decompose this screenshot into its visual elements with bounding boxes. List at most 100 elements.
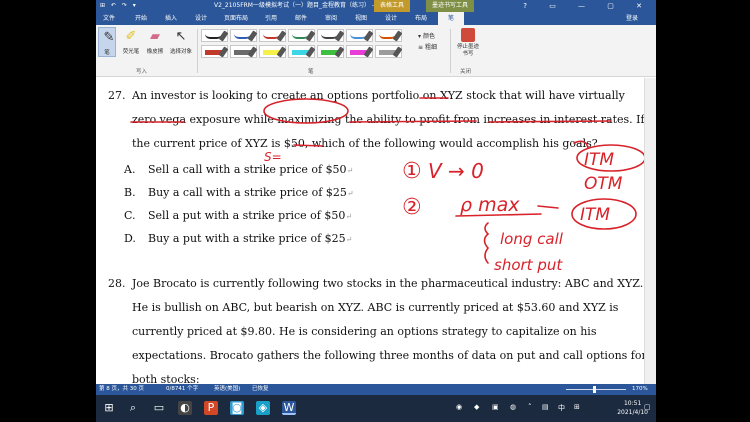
pen-tip-icon — [305, 30, 316, 42]
search-icon[interactable]: ⌕ — [126, 401, 140, 415]
tab-file[interactable]: 文件 — [96, 12, 122, 25]
ink-arrow-two — [537, 205, 559, 209]
pen-tool-button[interactable]: ✎ 笔 — [98, 27, 116, 57]
pen-swatch[interactable] — [288, 29, 316, 42]
window-controls[interactable]: ? ▭ — ▢ ✕ — [523, 0, 652, 12]
ime-indicator[interactable]: 中 — [558, 403, 565, 413]
thickness-icon: ≡ — [418, 44, 424, 51]
stop-inking-button[interactable]: 停止墨迹书写 — [456, 28, 480, 58]
eraser-tool-button[interactable]: ▰ 橡皮擦 — [144, 29, 166, 55]
tab-table-layout[interactable]: 布局 — [408, 12, 434, 25]
chevron-up-icon[interactable]: ˄ — [528, 403, 532, 411]
question-line: An investor is looking to create an opti… — [132, 89, 625, 102]
tray-app-icon[interactable]: ▣ — [492, 403, 499, 411]
ink-rho-max: ρ max — [460, 194, 520, 216]
pen-tip-icon — [305, 46, 316, 58]
word-count[interactable]: 0/8741 个字 — [166, 384, 198, 395]
ink-underline-rho-max — [455, 213, 542, 217]
window-title: V2_2105FRM一级模拟考试（一）题目_金程教育（练习） - Word — [214, 2, 392, 9]
app-icon[interactable]: ◙ — [230, 401, 244, 415]
question-line: zero vega exposure while maximizing the … — [132, 113, 645, 126]
tray-app-icon[interactable]: ◆ — [474, 403, 479, 411]
eraser-icon: ▰ — [150, 29, 160, 44]
powerpoint-icon[interactable]: P — [204, 401, 218, 415]
pen-swatch[interactable] — [201, 45, 229, 58]
pen-gallery — [201, 29, 407, 61]
title-bar: ⊞ ↶ ↷ ▾ V2_2105FRM一级模拟考试（一）题目_金程教育（练习） -… — [96, 0, 656, 12]
highlighter-tool-button[interactable]: ✐ 荧光笔 — [120, 29, 142, 55]
tab-design[interactable]: 设计 — [188, 12, 214, 25]
tray-app-icon[interactable]: ◉ — [456, 403, 462, 411]
option-c: C. Sell a put with a strike price of $50↵ — [124, 209, 353, 222]
status-bar: 第 8 页，共 30 页 0/8741 个字 英语(美国) 已恢复 170% — [96, 384, 656, 395]
context-tab-table-tools: 表格工具 — [374, 0, 411, 12]
tab-references[interactable]: 引用 — [258, 12, 284, 25]
pen-swatch[interactable] — [230, 45, 258, 58]
pen-swatch[interactable] — [317, 45, 345, 58]
zoom-slider-thumb[interactable] — [593, 386, 596, 393]
notifications-icon[interactable]: ▢ — [644, 403, 651, 411]
ribbon-tabs: 文件 开始 插入 设计 页面布局 引用 邮件 审阅 视图 设计 布局 笔 登录 — [96, 12, 656, 25]
option-b: B. Buy a call with a strike price of $25↵ — [124, 186, 354, 199]
network-icon[interactable]: ▤ — [542, 403, 549, 411]
pen-tip-icon — [392, 30, 403, 42]
app-icon[interactable]: ◐ — [178, 401, 192, 415]
grid-icon[interactable]: ⊞ — [574, 403, 580, 411]
windows-start-icon[interactable]: ⊞ — [102, 401, 116, 415]
pen-swatch[interactable] — [259, 29, 287, 42]
app-icon[interactable]: ◈ — [256, 401, 270, 415]
pen-swatch[interactable] — [201, 29, 229, 42]
pen-tip-icon — [218, 30, 229, 42]
word-icon[interactable]: W — [282, 401, 296, 415]
question-line: expectations. Brocato gathers the follow… — [132, 349, 647, 362]
pen-swatch[interactable] — [375, 45, 403, 58]
recovery-status: 已恢复 — [252, 386, 269, 392]
tab-mailings[interactable]: 邮件 — [288, 12, 314, 25]
zoom-level[interactable]: 170% — [632, 384, 648, 395]
context-tab-ink-tools: 墨迹书写工具 — [426, 0, 475, 12]
pen-tip-icon — [247, 30, 258, 42]
question-line: He is bullish on ABC, but bearish on XYZ… — [132, 301, 619, 314]
question-line: the current price of XYZ is $50, which o… — [132, 137, 598, 150]
language-indicator[interactable]: 英语(美国) — [214, 384, 240, 395]
pen-tip-icon — [334, 46, 345, 58]
pen-swatch[interactable] — [375, 29, 403, 42]
pen-tip-icon — [276, 30, 287, 42]
tray-app-icon[interactable]: ◍ — [510, 403, 516, 411]
pen-tip-icon — [218, 46, 229, 58]
pen-swatch[interactable] — [288, 45, 316, 58]
pen-swatch[interactable] — [317, 29, 345, 42]
document-page[interactable]: 27. An investor is looking to create an … — [96, 78, 656, 386]
zoom-slider[interactable] — [566, 389, 626, 390]
option-d: D. Buy a put with a strike price of $25↵ — [124, 232, 353, 245]
group-label-write: 写入 — [136, 69, 148, 75]
tab-pen[interactable]: 笔 — [438, 12, 464, 25]
ribbon-separator — [197, 29, 198, 73]
page-indicator[interactable]: 第 8 页，共 30 页 — [99, 384, 144, 395]
pen-thickness-dropdown[interactable]: ≡ 粗细 — [418, 42, 437, 51]
ink-circle-two: ② — [402, 195, 422, 220]
select-objects-button[interactable]: ↖ 选择对象 — [168, 29, 194, 55]
pen-color-dropdown[interactable]: ▾ 颜色 — [418, 31, 435, 40]
tab-home[interactable]: 开始 — [128, 12, 154, 25]
tab-review[interactable]: 审阅 — [318, 12, 344, 25]
tab-view[interactable]: 视图 — [348, 12, 374, 25]
pen-tip-icon — [276, 46, 287, 58]
pen-swatch[interactable] — [346, 45, 374, 58]
vertical-scrollbar[interactable] — [644, 78, 656, 384]
pen-icon: ✎ — [103, 30, 115, 45]
ink-long-call: long call — [500, 230, 564, 248]
quick-access-toolbar[interactable]: ⊞ ↶ ↷ ▾ — [100, 0, 138, 12]
ink-v-to-0: V → 0 — [428, 159, 484, 183]
ribbon: ✎ 笔 ✐ 荧光笔 ▰ 橡皮擦 ↖ 选择对象 写入 笔 ▾ 颜色 ≡ 粗细 停止… — [96, 25, 656, 77]
question-line: currently priced at $9.80. He is conside… — [132, 325, 597, 338]
task-view-icon[interactable]: ▭ — [152, 401, 166, 415]
tab-insert[interactable]: 插入 — [158, 12, 184, 25]
pen-swatch[interactable] — [230, 29, 258, 42]
question-number: 28. — [108, 277, 126, 290]
tab-page-layout[interactable]: 页面布局 — [218, 12, 254, 25]
tab-table-design[interactable]: 设计 — [378, 12, 404, 25]
login-link[interactable]: 登录 — [626, 12, 638, 25]
pen-swatch[interactable] — [259, 45, 287, 58]
pen-swatch[interactable] — [346, 29, 374, 42]
